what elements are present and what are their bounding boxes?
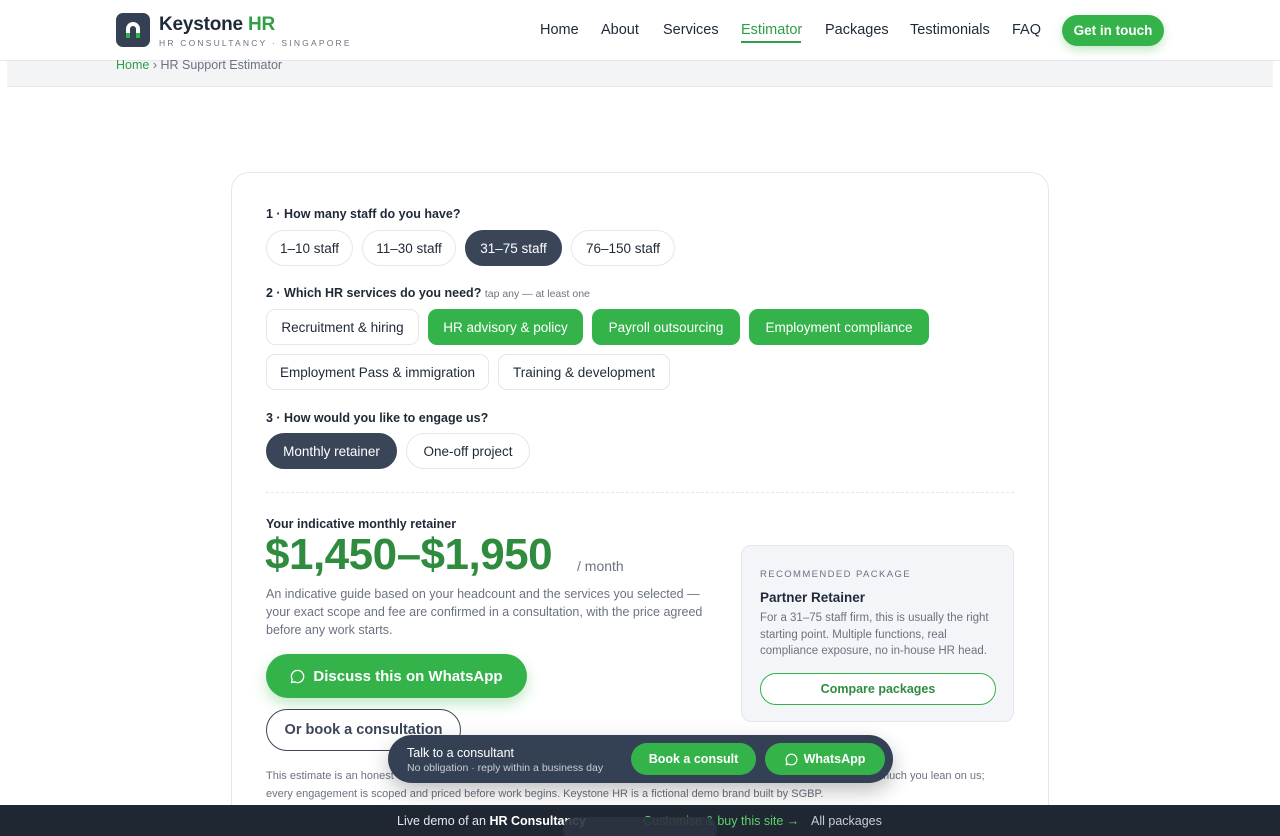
breadcrumb-home-link[interactable]: Home [116,58,149,72]
breadcrumb-current: HR Support Estimator [160,58,283,72]
question-services-hint: tap any — at least one [484,288,590,300]
price-range: $1,450–$1,950 [265,530,553,579]
discuss-whatsapp-label: Discuss this on WhatsApp [313,667,503,685]
demo-strip-text: Live demo of an HR Consultancy [397,814,586,828]
breadcrumb-separator: › [152,58,157,72]
float-subtitle: No obligation · reply within a business … [407,762,604,774]
brand-tagline: HR CONSULTANCY · SINGAPORE [159,38,352,48]
chat-bubble-icon [291,669,305,683]
disclaimer-start: This estimate is an honest [266,770,394,782]
question-engagement-label: 3 · How would you like to engage us? [266,411,489,425]
staff-option-31-75[interactable]: 31–75 staff [465,230,562,266]
float-title: Talk to a consultant [407,746,515,760]
toolbar-dock[interactable] [563,817,717,836]
nav-faq[interactable]: FAQ [1012,22,1041,38]
recommended-kicker: RECOMMENDED PACKAGE [760,569,911,580]
recommended-text: For a 31–75 staff firm, this is usually … [760,612,989,657]
brand-name[interactable]: Keystone HR [159,14,275,36]
section-divider [266,492,1014,493]
book-consult-button[interactable]: Book a consult [631,743,756,775]
service-option-recruitment[interactable]: Recruitment & hiring [266,309,419,345]
result-label: Your indicative monthly retainer [266,517,457,531]
float-whatsapp-label: WhatsApp [803,752,866,766]
disclaimer-end: much you lean on us; [880,770,985,782]
discuss-whatsapp-button[interactable]: Discuss this on WhatsApp [266,654,527,698]
price-period: / month [577,558,624,574]
chat-bubble-icon [785,753,798,765]
nav-packages[interactable]: Packages [825,22,889,38]
site-header: Keystone HR HR CONSULTANCY · SINGAPORE H… [0,0,1280,61]
nav-home[interactable]: Home [540,22,579,38]
nav-testimonials[interactable]: Testimonials [910,22,990,38]
nav-about[interactable]: About [601,22,639,38]
nav-services[interactable]: Services [663,22,719,38]
get-in-touch-button[interactable]: Get in touch [1062,15,1164,46]
engagement-option-project[interactable]: One-off project [406,433,530,469]
service-option-payroll[interactable]: Payroll outsourcing [592,309,740,345]
question-staff-label: 1 · How many staff do you have? [266,207,461,221]
nav-estimator[interactable]: Estimator [741,22,802,38]
service-option-employment-pass[interactable]: Employment Pass & immigration [266,354,489,390]
question-services-label: 2 · Which HR services do you need? tap a… [266,286,590,300]
staff-option-76-150[interactable]: 76–150 staff [571,230,675,266]
service-option-compliance[interactable]: Employment compliance [749,309,929,345]
disclaimer-line-2: every engagement is scoped and priced be… [266,788,824,800]
all-packages-link[interactable]: All packages [811,814,882,828]
compare-packages-button[interactable]: Compare packages [760,673,996,705]
service-option-training[interactable]: Training & development [498,354,670,390]
service-option-hr-advisory[interactable]: HR advisory & policy [428,309,583,345]
nav-active-indicator [741,41,801,43]
recommended-title: Partner Retainer [760,590,866,605]
breadcrumb: Home › HR Support Estimator [116,58,282,72]
staff-option-1-10[interactable]: 1–10 staff [266,230,353,266]
staff-option-11-30[interactable]: 11–30 staff [362,230,456,266]
float-whatsapp-button[interactable]: WhatsApp [765,743,885,775]
engagement-option-retainer[interactable]: Monthly retainer [266,433,397,469]
logo-icon[interactable] [116,13,150,47]
result-description: An indicative guide based on your headco… [266,587,703,637]
